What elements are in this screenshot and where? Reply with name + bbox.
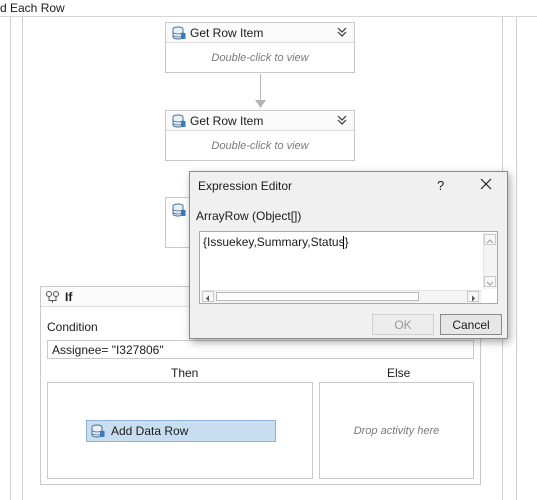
database-icon — [172, 26, 186, 40]
text-caret — [343, 236, 344, 249]
chevron-double-down-icon[interactable] — [336, 114, 348, 126]
else-branch[interactable]: Drop activity here — [319, 382, 474, 479]
scroll-up-button[interactable] — [484, 234, 496, 245]
condition-label: Condition — [47, 320, 98, 334]
arrow-up-icon — [486, 239, 494, 244]
variable-type-label: ArrayRow (Object[]) — [196, 209, 302, 223]
canvas-inner-border-left — [22, 17, 23, 500]
activity-title: Get Row Item — [190, 114, 264, 128]
arrow-down-icon — [486, 281, 494, 286]
activity-header: Get Row Item — [166, 111, 354, 131]
cancel-button[interactable]: Cancel — [440, 314, 502, 335]
chevron-double-down-icon[interactable] — [336, 26, 348, 38]
sequence-title: d Each Row — [0, 1, 65, 15]
vertical-scrollbar[interactable] — [483, 233, 497, 289]
then-label: Then — [171, 366, 199, 380]
arrow-down-icon — [255, 100, 266, 108]
dialog-title: Expression Editor — [198, 179, 293, 193]
expression-text: {Issuekey,Summary,Status} — [203, 235, 349, 249]
expression-editor-dialog: Expression Editor ? ArrayRow (Object[]) … — [189, 171, 508, 339]
scroll-thumb[interactable] — [216, 292, 419, 301]
activity-get-row-item-2[interactable]: Get Row Item Double-click to view — [165, 110, 355, 161]
then-branch[interactable]: Add Data Row — [47, 382, 313, 479]
if-branch-icon — [46, 291, 59, 303]
designer-header: d Each Row — [0, 0, 537, 17]
database-icon — [172, 114, 186, 128]
add-data-row-activity[interactable]: Add Data Row — [86, 420, 276, 442]
arrow-right-icon — [472, 295, 475, 302]
drop-placeholder: Drop activity here — [353, 424, 440, 437]
canvas-border-right — [516, 17, 517, 500]
activity-hint: Double-click to view — [211, 140, 309, 152]
activity-get-row-item-1[interactable]: Get Row Item Double-click to view — [165, 22, 355, 73]
scroll-down-button[interactable] — [484, 276, 496, 287]
scroll-left-button[interactable] — [202, 291, 214, 302]
scroll-right-button[interactable] — [467, 291, 479, 302]
horizontal-scrollbar[interactable] — [201, 290, 482, 303]
activity-hint: Double-click to view — [211, 52, 309, 64]
help-button[interactable]: ? — [437, 178, 444, 193]
canvas-border-left — [10, 17, 11, 500]
else-label: Else — [387, 366, 411, 380]
expression-textbox[interactable]: {Issuekey,Summary,Status} — [199, 231, 498, 304]
activity-header: Get Row Item — [166, 23, 354, 43]
arrow-left-icon — [206, 295, 209, 302]
database-icon — [91, 424, 105, 438]
add-data-row-label: Add Data Row — [111, 424, 189, 438]
condition-input[interactable]: Assignee= "I327806" — [47, 340, 474, 359]
activity-title: Get Row Item — [190, 26, 264, 40]
if-title: If — [65, 290, 73, 304]
ok-button[interactable]: OK — [372, 314, 434, 335]
database-icon — [172, 203, 186, 217]
close-icon[interactable] — [478, 176, 494, 192]
